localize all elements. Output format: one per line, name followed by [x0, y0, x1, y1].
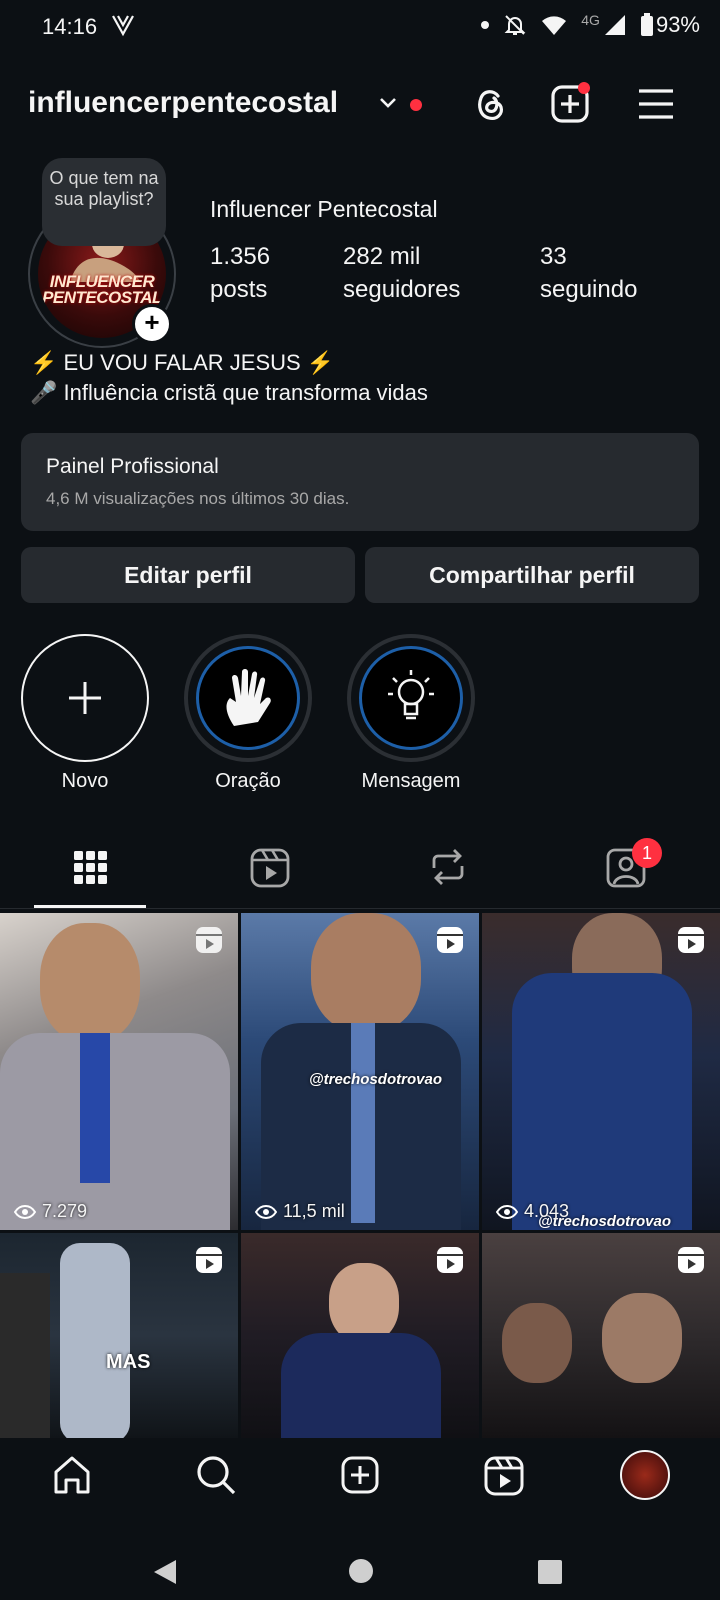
grid-post[interactable]: @trechosdotrovao 11,5 mil — [241, 913, 479, 1230]
mute-bell-icon — [504, 15, 526, 35]
stat-posts-value: 1.356 — [210, 243, 271, 270]
username-switcher[interactable]: influencerpentecostal — [28, 86, 338, 120]
post-watermark: MAS — [106, 1351, 151, 1373]
post-views: 4.043 — [496, 1201, 569, 1222]
battery-percent: 93% — [655, 12, 700, 37]
highlight-new-label: Novo — [61, 770, 109, 792]
hand-icon — [226, 669, 271, 726]
stat-following[interactable]: 33 seguindo — [540, 240, 637, 306]
create-icon[interactable] — [340, 1454, 380, 1496]
professional-dashboard-subtitle: 4,6 M visualizações nos últimos 30 dias. — [46, 489, 350, 508]
stat-followers[interactable]: 282 mil seguidores — [343, 240, 460, 306]
avatar-logo-text: INFLUENCER PENTECOSTAL — [42, 272, 162, 307]
active-tab-indicator — [34, 905, 146, 908]
grid-post[interactable]: MAS — [0, 1233, 238, 1438]
reel-indicator-icon — [437, 927, 463, 953]
system-navigation — [0, 1538, 720, 1600]
post-watermark: @trechosdotrovao — [309, 1071, 442, 1088]
status-time: 14:16 — [42, 14, 98, 39]
add-story-button[interactable]: + — [132, 304, 172, 344]
grid-post[interactable] — [482, 1233, 720, 1438]
stat-following-label: seguindo — [540, 276, 638, 303]
post-views-count: 7.279 — [42, 1201, 88, 1221]
profile-avatar[interactable] — [620, 1450, 670, 1500]
note-bubble[interactable]: O que tem na sua playlist? — [42, 158, 166, 246]
recents-icon[interactable] — [538, 1560, 562, 1584]
display-name: Influencer Pentecostal — [210, 196, 438, 222]
home-icon[interactable] — [52, 1454, 92, 1496]
post-views: 11,5 mil — [255, 1201, 345, 1222]
bio: ⚡ EU VOU FALAR JESUS ⚡ 🎤 Influência cris… — [30, 348, 428, 408]
stat-followers-label: seguidores — [343, 276, 461, 303]
bio-line-2: 🎤 Influência cristã que transforma vidas — [30, 380, 428, 405]
profile-header: influencerpentecostal — [0, 78, 720, 130]
reel-indicator-icon — [678, 1247, 704, 1273]
stat-posts-label: posts — [210, 276, 268, 303]
reel-indicator-icon — [437, 1247, 463, 1273]
status-bar: 14:16 4G 93% — [0, 0, 720, 52]
eye-icon — [255, 1204, 277, 1219]
post-views-count: 11,5 mil — [283, 1201, 345, 1221]
reels-icon[interactable] — [484, 1454, 524, 1496]
professional-dashboard-title: Painel Profissional — [46, 455, 219, 478]
notification-dot — [410, 99, 422, 111]
tagged-badge: 1 — [632, 838, 662, 868]
reel-indicator-icon — [678, 927, 704, 953]
threads-icon[interactable] — [470, 82, 510, 126]
highlight-oracao[interactable]: Oração — [182, 634, 314, 793]
back-icon[interactable] — [152, 1558, 178, 1586]
plus-icon — [69, 682, 101, 714]
highlight-oracao-label: Oração — [215, 770, 281, 792]
grid-post[interactable]: @trechosdotrovao 4.043 — [482, 913, 720, 1230]
chevron-down-icon[interactable] — [378, 96, 398, 110]
highlight-mensagem[interactable]: Mensagem — [345, 634, 477, 793]
eye-icon — [496, 1204, 518, 1219]
battery-icon — [640, 13, 653, 36]
reel-indicator-icon — [196, 1247, 222, 1273]
vpn-icon — [112, 15, 134, 37]
professional-dashboard[interactable]: Painel Profissional 4,6 M visualizações … — [21, 433, 699, 531]
bio-line-1: ⚡ EU VOU FALAR JESUS ⚡ — [30, 350, 335, 375]
profile-tabs — [0, 834, 720, 909]
stat-following-value: 33 — [540, 243, 567, 270]
signal-icon — [604, 15, 625, 35]
reel-indicator-icon — [196, 927, 222, 953]
stat-posts[interactable]: 1.356 posts — [210, 240, 270, 306]
grid-post[interactable] — [241, 1233, 479, 1438]
reels-icon[interactable] — [250, 846, 290, 888]
home-circle-icon[interactable] — [348, 1558, 374, 1584]
notification-dot-icon — [481, 21, 490, 29]
stat-followers-value: 282 mil — [343, 243, 421, 270]
highlight-oracao-circle[interactable] — [184, 634, 312, 762]
grid-icon[interactable] — [72, 846, 108, 886]
edit-profile-button[interactable]: Editar perfil — [21, 547, 355, 603]
highlight-mensagem-circle[interactable] — [347, 634, 475, 762]
search-icon[interactable] — [195, 1454, 237, 1496]
create-icon[interactable] — [550, 82, 592, 126]
post-views-count: 4.043 — [524, 1201, 570, 1221]
grid-post[interactable]: 7.279 — [0, 913, 238, 1230]
lightbulb-icon — [388, 670, 434, 720]
share-profile-button[interactable]: Compartilhar perfil — [365, 547, 699, 603]
highlight-new[interactable]: Novo — [19, 634, 151, 793]
highlight-new-circle[interactable] — [21, 634, 149, 762]
post-views: 7.279 — [14, 1201, 87, 1222]
wifi-icon — [542, 16, 567, 35]
network-label: 4G — [581, 12, 600, 28]
bottom-navigation — [0, 1438, 720, 1538]
repost-icon[interactable] — [428, 846, 468, 888]
eye-icon — [14, 1204, 36, 1219]
status-icons: 4G 93% — [481, 12, 700, 38]
highlight-mensagem-label: Mensagem — [361, 770, 461, 792]
menu-icon[interactable] — [636, 82, 676, 126]
